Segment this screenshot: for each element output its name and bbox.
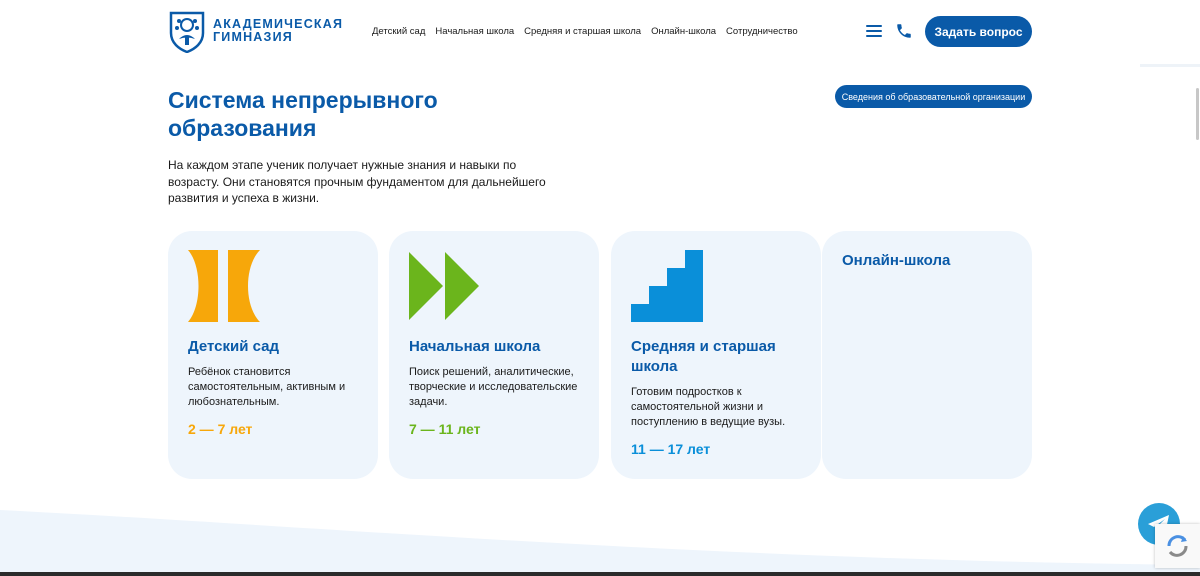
nav-item-cooperation[interactable]: Сотрудничество [726, 26, 798, 37]
card-title: Средняя и старшая школа [631, 338, 776, 375]
scrollbar-thumb[interactable] [1196, 88, 1199, 140]
intro-text: На каждом этапе ученик получает нужные з… [168, 158, 546, 205]
site-header: Академическая гимназия Детский сад Начал… [0, 0, 1200, 66]
organization-info-button[interactable]: Сведения об образовательной организации [835, 85, 1032, 108]
card-title: Детский сад [188, 338, 280, 355]
nav-item-online-school[interactable]: Онлайн-школа [651, 26, 716, 37]
double-arrow-icon [409, 252, 479, 320]
ask-question-button[interactable]: Задать вопрос [925, 16, 1032, 47]
kindergarten-shape-icon [188, 250, 260, 322]
nav-item-primary-school[interactable]: Начальная школа [435, 26, 514, 37]
logo-text: Академическая гимназия [213, 18, 343, 44]
card-age-range: 7 — 11 лет [409, 421, 481, 437]
phone-icon[interactable] [895, 22, 913, 40]
page-title-line-2: образования [168, 115, 317, 141]
page-title-line-1: Система непрерывного [168, 87, 438, 113]
gymnasium-emblem-icon [169, 11, 205, 53]
card-title: Онлайн-школа [842, 252, 951, 269]
hamburger-menu-icon[interactable] [866, 25, 882, 37]
header-divider [1140, 64, 1200, 67]
card-description: Поиск решений, аналитические, творческие… [409, 366, 578, 408]
main-nav: Детский сад Начальная школа Средняя и ст… [372, 26, 798, 37]
card-description: Ребёнок становится самостоятельным, акти… [188, 366, 346, 408]
card-online-school[interactable]: Онлайн-школа [822, 231, 1032, 479]
nav-item-secondary-school[interactable]: Средняя и старшая школа [524, 26, 641, 37]
card-title: Начальная школа [409, 338, 541, 355]
recaptcha-icon [1167, 535, 1188, 557]
stairs-icon [631, 250, 703, 322]
recaptcha-badge[interactable] [1155, 524, 1200, 568]
card-description: Готовим подростков к самостоятельной жиз… [631, 386, 786, 428]
page-title: Система непрерывного образования [168, 86, 438, 142]
card-age-range: 11 — 17 лет [631, 441, 711, 457]
card-age-range: 2 — 7 лет [188, 421, 253, 437]
bottom-bar [0, 572, 1200, 576]
card-kindergarten[interactable]: Детский сад Ребёнок становится самостоят… [168, 231, 378, 479]
background-wave [0, 510, 1200, 576]
logo-line-2: гимназия [213, 30, 293, 44]
site-logo[interactable]: Академическая гимназия [167, 9, 343, 53]
nav-item-kindergarten[interactable]: Детский сад [372, 26, 425, 37]
card-primary-school[interactable]: Начальная школа Поиск решений, аналитиче… [389, 231, 599, 479]
card-secondary-school[interactable]: Средняя и старшая школа Готовим подростк… [611, 231, 821, 479]
